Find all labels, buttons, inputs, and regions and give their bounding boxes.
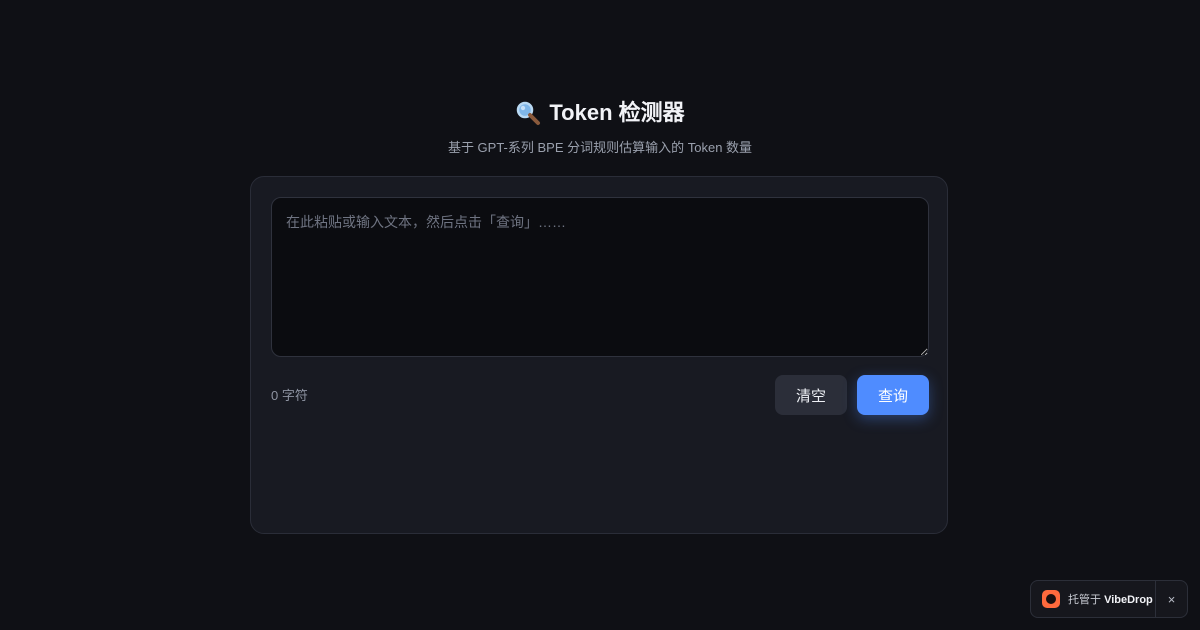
vibedrop-logo-icon (1042, 590, 1060, 608)
hosted-badge-prefix: 托管于 (1068, 594, 1101, 606)
char-count: 0 字符 (271, 388, 308, 403)
main-card: 0 字符 清空 查询 (250, 176, 948, 534)
page-subtitle: 基于 GPT-系列 BPE 分词规则估算输入的 Token 数量 (447, 140, 753, 155)
page-title-text: Token 检测器 (549, 100, 685, 125)
hosted-badge-text: 托管于 VibeDrop (1068, 591, 1153, 607)
page: Token 检测器 基于 GPT-系列 BPE 分词规则估算输入的 Token … (0, 0, 1200, 630)
close-icon[interactable]: × (1156, 581, 1187, 617)
hosted-badge-link[interactable]: 托管于 VibeDrop (1031, 581, 1155, 617)
text-input[interactable] (271, 197, 929, 357)
header: Token 检测器 基于 GPT-系列 BPE 分词规则估算输入的 Token … (0, 96, 1200, 157)
query-button[interactable]: 查询 (857, 375, 929, 415)
hosted-badge: 托管于 VibeDrop × (1030, 580, 1188, 618)
magnifier-icon (515, 100, 541, 126)
page-title: Token 检测器 (515, 96, 685, 130)
clear-button[interactable]: 清空 (775, 375, 847, 415)
hosted-badge-brand: VibeDrop (1104, 594, 1153, 606)
